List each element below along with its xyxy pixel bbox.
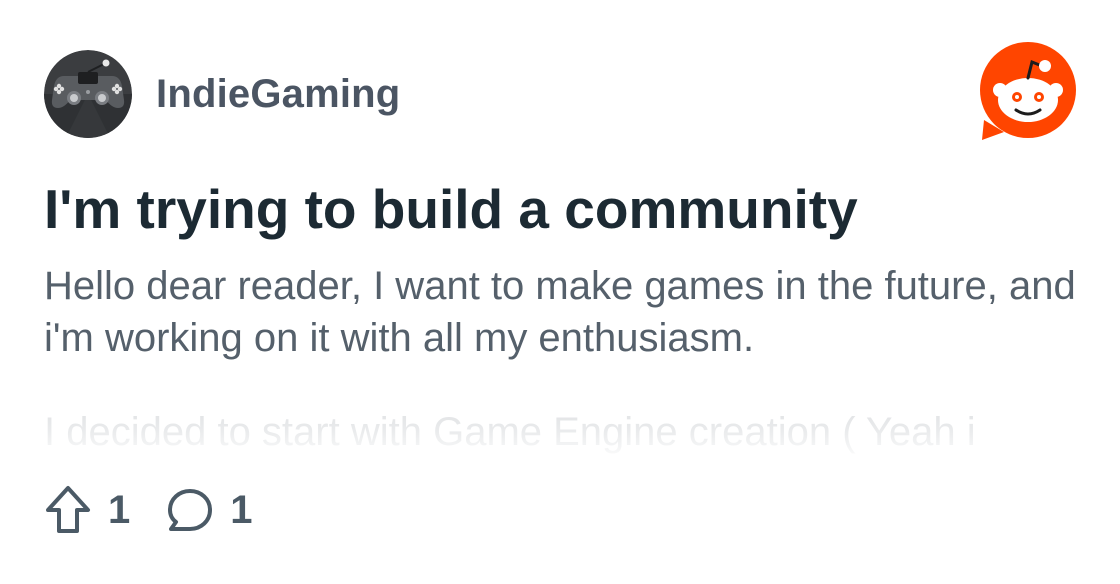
comment-count: 1 [230,487,253,532]
community-name[interactable]: IndieGaming [156,72,400,117]
upvote-count: 1 [108,487,131,532]
post-body: Hello dear reader, I want to make games … [44,264,1076,360]
post-header: IndieGaming [44,50,400,138]
comment-bubble-icon[interactable] [166,485,214,535]
post-card[interactable]: IndieGaming I'm trying to build a commun… [0,0,1120,584]
comment-button[interactable]: 1 [166,485,253,535]
upvote-arrow-icon[interactable] [44,485,92,535]
post-body-continued: I decided to start with Game Engine crea… [44,410,976,454]
reddit-snoo-icon[interactable] [978,42,1078,142]
community-avatar[interactable] [44,50,132,138]
post-title[interactable]: I'm trying to build a community [44,176,858,242]
post-actions: 1 1 [44,482,289,538]
upvote-button[interactable]: 1 [44,485,130,535]
